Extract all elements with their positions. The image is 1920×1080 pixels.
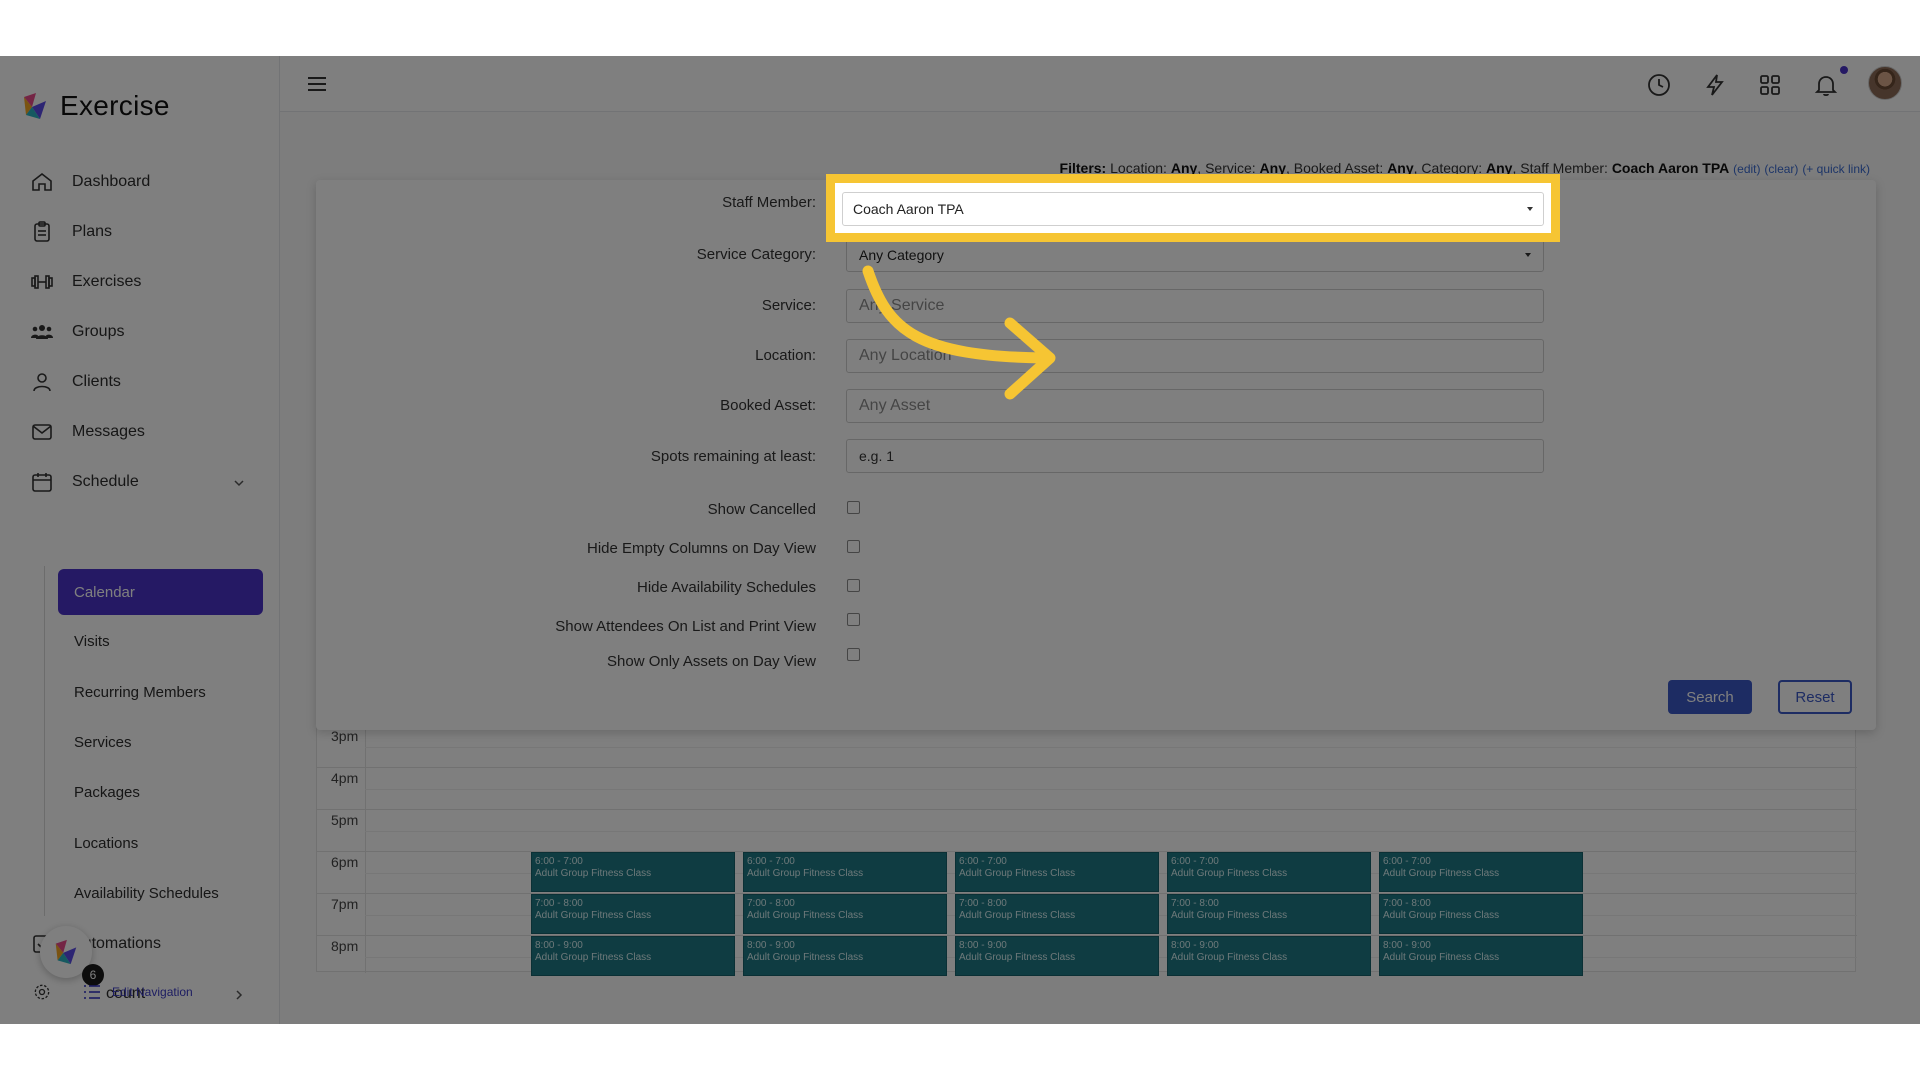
staff-member-value: Coach Aaron TPA — [853, 201, 964, 217]
staff-member-select-highlighted[interactable]: Coach Aaron TPA — [842, 192, 1544, 226]
arrow-annotation-icon — [858, 261, 1068, 461]
caret-down-icon — [1527, 207, 1533, 211]
highlight-frame: Coach Aaron TPA — [826, 174, 1560, 242]
app-window: Exercise Dashboard Plans Exercises Group… — [0, 56, 1920, 1024]
screen: Exercise Dashboard Plans Exercises Group… — [0, 0, 1920, 1080]
